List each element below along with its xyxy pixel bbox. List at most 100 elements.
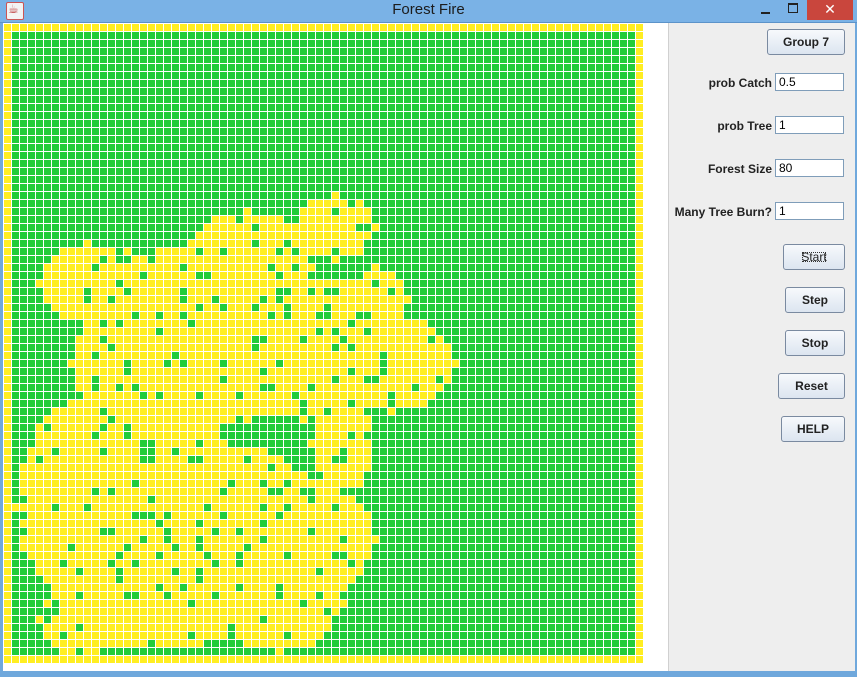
- tree-cell: [452, 128, 459, 135]
- tree-cell: [308, 176, 315, 183]
- tree-cell: [484, 448, 491, 455]
- burned-cell: [4, 336, 11, 343]
- tree-cell: [580, 280, 587, 287]
- tree-cell: [52, 248, 59, 255]
- tree-cell: [404, 224, 411, 231]
- burned-cell: [84, 248, 91, 255]
- tree-cell: [572, 192, 579, 199]
- maximize-button[interactable]: [780, 0, 806, 20]
- tree-cell: [124, 64, 131, 71]
- burned-cell: [116, 464, 123, 471]
- tree-cell: [628, 352, 635, 359]
- tree-cell: [260, 296, 267, 303]
- burned-cell: [164, 464, 171, 471]
- burned-cell: [116, 376, 123, 383]
- tree-cell: [28, 232, 35, 239]
- tree-cell: [460, 120, 467, 127]
- tree-cell: [260, 480, 267, 487]
- tree-cell: [52, 40, 59, 47]
- tree-cell: [364, 256, 371, 263]
- tree-cell: [68, 128, 75, 135]
- tree-cell: [580, 424, 587, 431]
- minimize-button[interactable]: [752, 0, 778, 20]
- burned-cell: [212, 304, 219, 311]
- burned-cell: [228, 464, 235, 471]
- tree-cell: [12, 424, 19, 431]
- tree-cell: [452, 400, 459, 407]
- burned-cell: [212, 392, 219, 399]
- burned-cell: [364, 416, 371, 423]
- tree-cell: [516, 480, 523, 487]
- tree-cell: [572, 208, 579, 215]
- burned-cell: [260, 392, 267, 399]
- tree-cell: [444, 336, 451, 343]
- burned-cell: [188, 240, 195, 247]
- burned-cell: [84, 480, 91, 487]
- burned-cell: [268, 400, 275, 407]
- tree-cell: [484, 208, 491, 215]
- tree-cell: [388, 112, 395, 119]
- tree-cell: [52, 312, 59, 319]
- tree-cell: [420, 88, 427, 95]
- burned-cell: [364, 216, 371, 223]
- tree-cell: [532, 192, 539, 199]
- tree-cell: [276, 144, 283, 151]
- forest-panel: [3, 23, 668, 671]
- tree-cell: [220, 184, 227, 191]
- burned-cell: [44, 520, 51, 527]
- tree-cell: [532, 64, 539, 71]
- tree-cell: [452, 344, 459, 351]
- tree-cell: [324, 168, 331, 175]
- tree-cell: [476, 112, 483, 119]
- tree-cell: [588, 168, 595, 175]
- tree-cell: [324, 272, 331, 279]
- burned-cell: [636, 400, 643, 407]
- tree-cell: [564, 296, 571, 303]
- tree-cell: [412, 144, 419, 151]
- tree-cell: [172, 120, 179, 127]
- tree-cell: [588, 320, 595, 327]
- burned-cell: [84, 432, 91, 439]
- burned-cell: [92, 312, 99, 319]
- burned-cell: [252, 472, 259, 479]
- tree-cell: [52, 160, 59, 167]
- burned-cell: [188, 296, 195, 303]
- tree-cell: [532, 40, 539, 47]
- tree-cell: [412, 496, 419, 503]
- burned-cell: [244, 288, 251, 295]
- tree-cell: [220, 488, 227, 495]
- tree-cell: [500, 344, 507, 351]
- tree-cell: [484, 368, 491, 375]
- tree-cell: [484, 112, 491, 119]
- tree-cell: [156, 232, 163, 239]
- tree-cell: [444, 248, 451, 255]
- tree-cell: [452, 200, 459, 207]
- tree-cell: [604, 168, 611, 175]
- burned-cell: [380, 304, 387, 311]
- burned-cell: [316, 376, 323, 383]
- tree-cell: [540, 192, 547, 199]
- tree-cell: [596, 416, 603, 423]
- burned-cell: [308, 344, 315, 351]
- close-button[interactable]: ✕: [807, 0, 853, 20]
- tree-cell: [412, 472, 419, 479]
- burned-cell: [636, 152, 643, 159]
- burned-cell: [636, 368, 643, 375]
- burned-cell: [308, 280, 315, 287]
- burned-cell: [100, 512, 107, 519]
- burned-cell: [380, 296, 387, 303]
- tree-cell: [92, 160, 99, 167]
- tree-cell: [76, 32, 83, 39]
- tree-cell: [52, 360, 59, 367]
- burned-cell: [428, 392, 435, 399]
- tree-cell: [460, 416, 467, 423]
- tree-cell: [140, 104, 147, 111]
- tree-cell: [12, 176, 19, 183]
- tree-cell: [516, 432, 523, 439]
- tree-cell: [628, 304, 635, 311]
- tree-cell: [620, 136, 627, 143]
- tree-cell: [28, 96, 35, 103]
- tree-cell: [596, 264, 603, 271]
- tree-cell: [76, 96, 83, 103]
- burned-cell: [284, 408, 291, 415]
